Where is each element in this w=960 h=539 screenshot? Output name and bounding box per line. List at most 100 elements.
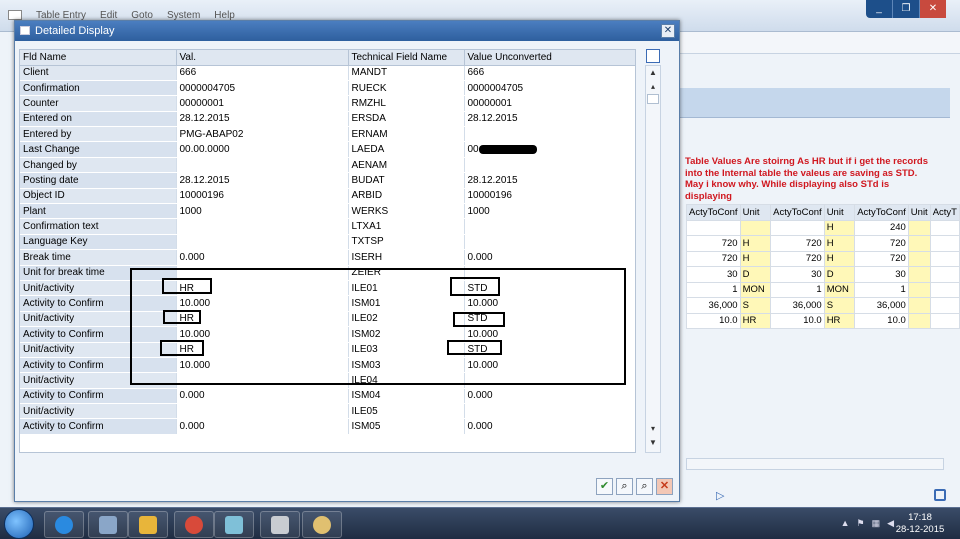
alv-cell[interactable]: 10.0	[686, 312, 741, 329]
unconverted-value-cell[interactable]: 0000004705	[464, 80, 635, 97]
technical-name-cell[interactable]: MANDT	[348, 65, 465, 81]
alv-cell[interactable]: 720	[686, 250, 741, 267]
alv-cell[interactable]: HR	[739, 312, 772, 329]
alv-cell[interactable]: H	[823, 235, 856, 252]
value-cell[interactable]: 28.12.2015	[176, 111, 349, 128]
table-row[interactable]: Last Change00.00.0000LAEDA00.00.0000	[20, 141, 635, 158]
taskbar-calculator-icon[interactable]	[260, 511, 300, 538]
taskbar-explorer-icon[interactable]	[128, 511, 168, 538]
alv-cell[interactable]: 1	[686, 281, 741, 298]
technical-name-cell[interactable]: LTXA1	[348, 218, 465, 235]
alv-cell[interactable]: 240	[854, 219, 909, 236]
value-cell[interactable]: 0.000	[176, 418, 349, 435]
cancel-icon[interactable]: ✕	[656, 478, 673, 495]
field-name-cell[interactable]: Posting date	[20, 172, 177, 189]
unconverted-value-cell[interactable]	[464, 157, 635, 174]
alv-header[interactable]: Unit	[823, 204, 856, 221]
value-cell[interactable]: 10000196	[176, 188, 349, 205]
alv-cell[interactable]: 720	[854, 250, 909, 267]
alv-cell[interactable]	[929, 312, 960, 329]
tray-arrow-icon[interactable]: ▲	[841, 518, 850, 529]
lock-icon[interactable]	[934, 489, 946, 501]
alv-header[interactable]: ActyToConf	[686, 204, 741, 221]
value-cell[interactable]: 0.000	[176, 249, 349, 266]
taskbar-paint-icon[interactable]	[302, 511, 342, 538]
field-name-cell[interactable]: Activity to Confirm	[20, 418, 177, 435]
scroll-thumb[interactable]	[647, 94, 659, 104]
alv-cell[interactable]: H	[739, 235, 772, 252]
alv-row[interactable]: 30 D 30 D 30	[686, 266, 960, 283]
minimize-button[interactable]: _	[866, 0, 893, 18]
alv-cell[interactable]: D	[823, 266, 856, 283]
taskbar-ie-icon[interactable]	[44, 511, 84, 538]
alv-header[interactable]: ActyToConf	[854, 204, 909, 221]
alv-cell[interactable]: D	[739, 266, 772, 283]
dialog-title-bar[interactable]: Detailed Display ✕	[15, 21, 679, 41]
unconverted-value-cell[interactable]: 28.12.2015	[464, 172, 635, 189]
field-name-cell[interactable]: Object ID	[20, 188, 177, 205]
unconverted-value-cell[interactable]: 0.000	[464, 388, 635, 405]
alv-cell[interactable]: 36,000	[770, 297, 825, 314]
alv-header[interactable]: ActyToConf	[770, 204, 825, 221]
network-icon[interactable]: ▦	[872, 518, 881, 529]
value-cell[interactable]: 00.00.0000	[176, 141, 349, 158]
technical-name-cell[interactable]: ILE05	[348, 403, 465, 420]
alv-cell[interactable]	[929, 219, 960, 236]
unconverted-value-cell[interactable]: 666	[464, 65, 635, 81]
dialog-close-button[interactable]: ✕	[661, 24, 675, 38]
unconverted-value-cell[interactable]: 0.000	[464, 249, 635, 266]
alv-cell[interactable]: 36,000	[686, 297, 741, 314]
alv-cell[interactable]	[739, 219, 772, 236]
table-row[interactable]: Unit/activity ILE05	[20, 403, 635, 420]
table-row[interactable]: Confirmation 0000004705 RUECK 0000004705	[20, 80, 635, 97]
field-name-cell[interactable]: Entered by	[20, 126, 177, 143]
value-cell[interactable]	[176, 403, 349, 420]
alv-row[interactable]: H 240	[686, 219, 960, 236]
start-button[interactable]	[4, 509, 34, 539]
alv-cell[interactable]	[929, 266, 960, 283]
field-name-cell[interactable]: Language Key	[20, 234, 177, 251]
clock[interactable]: 17:18 28-12-2015	[894, 512, 946, 536]
alv-cell[interactable]: S	[823, 297, 856, 314]
alv-header[interactable]: Unit	[739, 204, 772, 221]
alv-cell[interactable]: H	[739, 250, 772, 267]
table-row[interactable]: Language Key TXTSP	[20, 234, 635, 251]
value-cell[interactable]: PMG-ABAP02	[176, 126, 349, 143]
alv-cell[interactable]: 30	[686, 266, 741, 283]
table-row[interactable]: Counter 00000001 RMZHL 00000001	[20, 95, 635, 112]
alv-cell[interactable]: H	[823, 219, 856, 236]
table-row[interactable]: Entered on 28.12.2015 ERSDA 28.12.2015	[20, 111, 635, 128]
menu-icon[interactable]	[8, 10, 22, 20]
vertical-scrollbar[interactable]: ▲ ▴ ▾ ▼	[645, 65, 661, 453]
table-row[interactable]: Client 666 MANDT 666	[20, 65, 635, 81]
table-row[interactable]: Object ID 10000196 ARBID 10000196	[20, 188, 635, 205]
confirm-check-icon[interactable]: ✔	[596, 478, 613, 495]
alv-cell[interactable]: MON	[739, 281, 772, 298]
value-cell[interactable]	[176, 218, 349, 235]
field-name-cell[interactable]: Last Change	[20, 141, 177, 158]
maximize-button[interactable]: ❐	[893, 0, 920, 18]
alv-cell[interactable]	[907, 281, 931, 298]
field-name-cell[interactable]: Break time	[20, 249, 177, 266]
unconverted-value-cell[interactable]	[464, 126, 635, 143]
technical-name-cell[interactable]: RMZHL	[348, 95, 465, 112]
alv-cell[interactable]	[770, 219, 825, 236]
value-cell[interactable]: 00000001	[176, 95, 349, 112]
technical-name-cell[interactable]: ISM04	[348, 388, 465, 405]
technical-name-cell[interactable]: ISM05	[348, 418, 465, 435]
table-row[interactable]: Activity to Confirm 0.000 ISM05 0.000	[20, 418, 635, 435]
alv-row[interactable]: 720 H 720 H 720	[686, 250, 960, 267]
alv-cell[interactable]: H	[823, 250, 856, 267]
table-row[interactable]: Changed by AENAM	[20, 157, 635, 174]
alv-row[interactable]: 1 MON 1 MON 1	[686, 281, 960, 298]
alv-row[interactable]: 10.0 HR 10.0 HR 10.0	[686, 312, 960, 329]
value-cell[interactable]: 0.000	[176, 388, 349, 405]
alv-cell[interactable]	[907, 219, 931, 236]
alv-header[interactable]: ActyT	[929, 204, 960, 221]
alv-cell[interactable]: 1	[770, 281, 825, 298]
alv-cell[interactable]: 1	[854, 281, 909, 298]
taskbar-chrome-icon[interactable]	[174, 511, 214, 538]
alv-cell[interactable]: 10.0	[854, 312, 909, 329]
alv-cell[interactable]: 720	[686, 235, 741, 252]
alv-header[interactable]: Unit	[907, 204, 931, 221]
